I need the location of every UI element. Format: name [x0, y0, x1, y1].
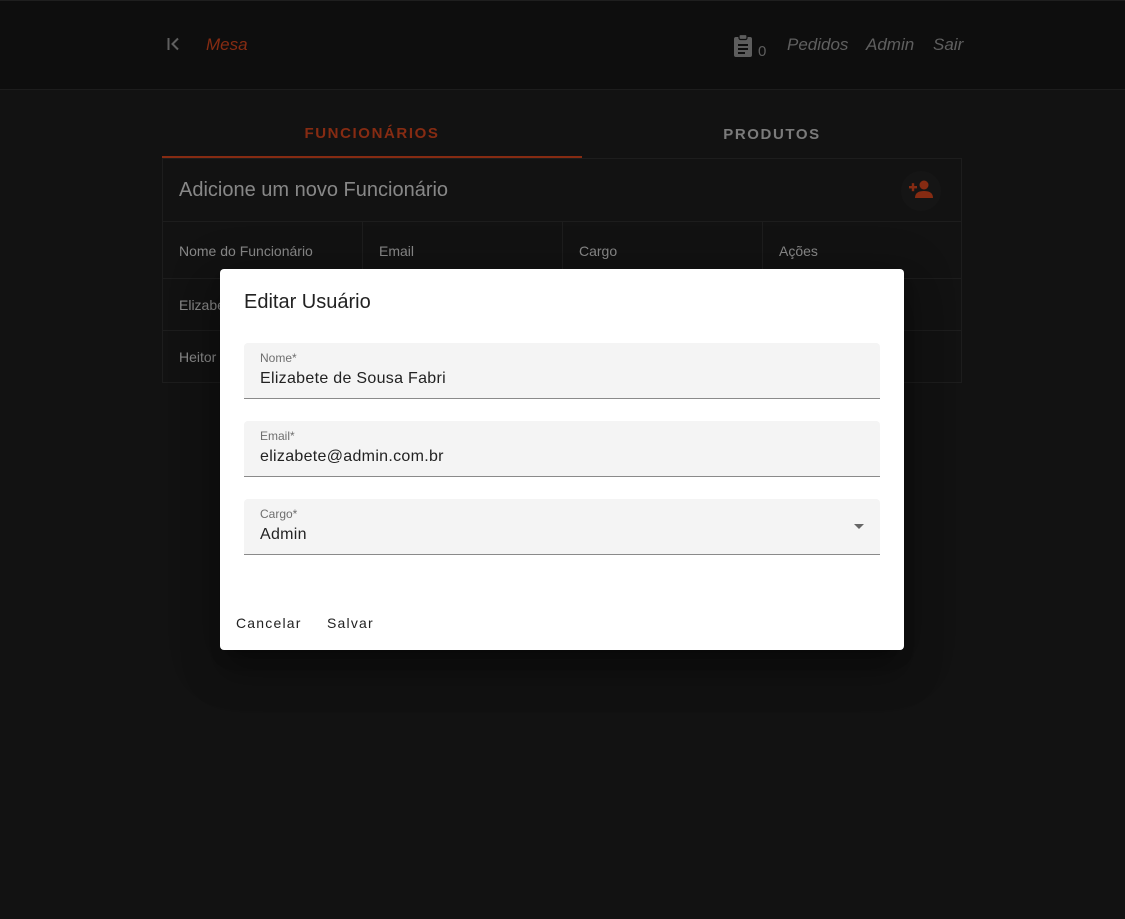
name-field-value: Elizabete de Sousa Fabri — [260, 370, 446, 387]
dropdown-arrow-icon — [854, 524, 864, 529]
save-button[interactable]: Salvar — [327, 615, 374, 631]
name-field[interactable]: Nome* Elizabete de Sousa Fabri — [244, 343, 880, 399]
cancel-button[interactable]: Cancelar — [236, 615, 302, 631]
email-field[interactable]: Email* elizabete@admin.com.br — [244, 421, 880, 477]
role-select[interactable]: Cargo* Admin — [244, 499, 880, 555]
role-select-label: Cargo* — [260, 507, 298, 521]
role-select-value: Admin — [260, 526, 307, 543]
name-field-label: Nome* — [260, 351, 297, 365]
email-field-value: elizabete@admin.com.br — [260, 448, 444, 465]
dialog-title: Editar Usuário — [244, 291, 371, 313]
email-field-label: Email* — [260, 429, 295, 443]
edit-user-dialog: Editar Usuário Nome* Elizabete de Sousa … — [220, 269, 904, 650]
